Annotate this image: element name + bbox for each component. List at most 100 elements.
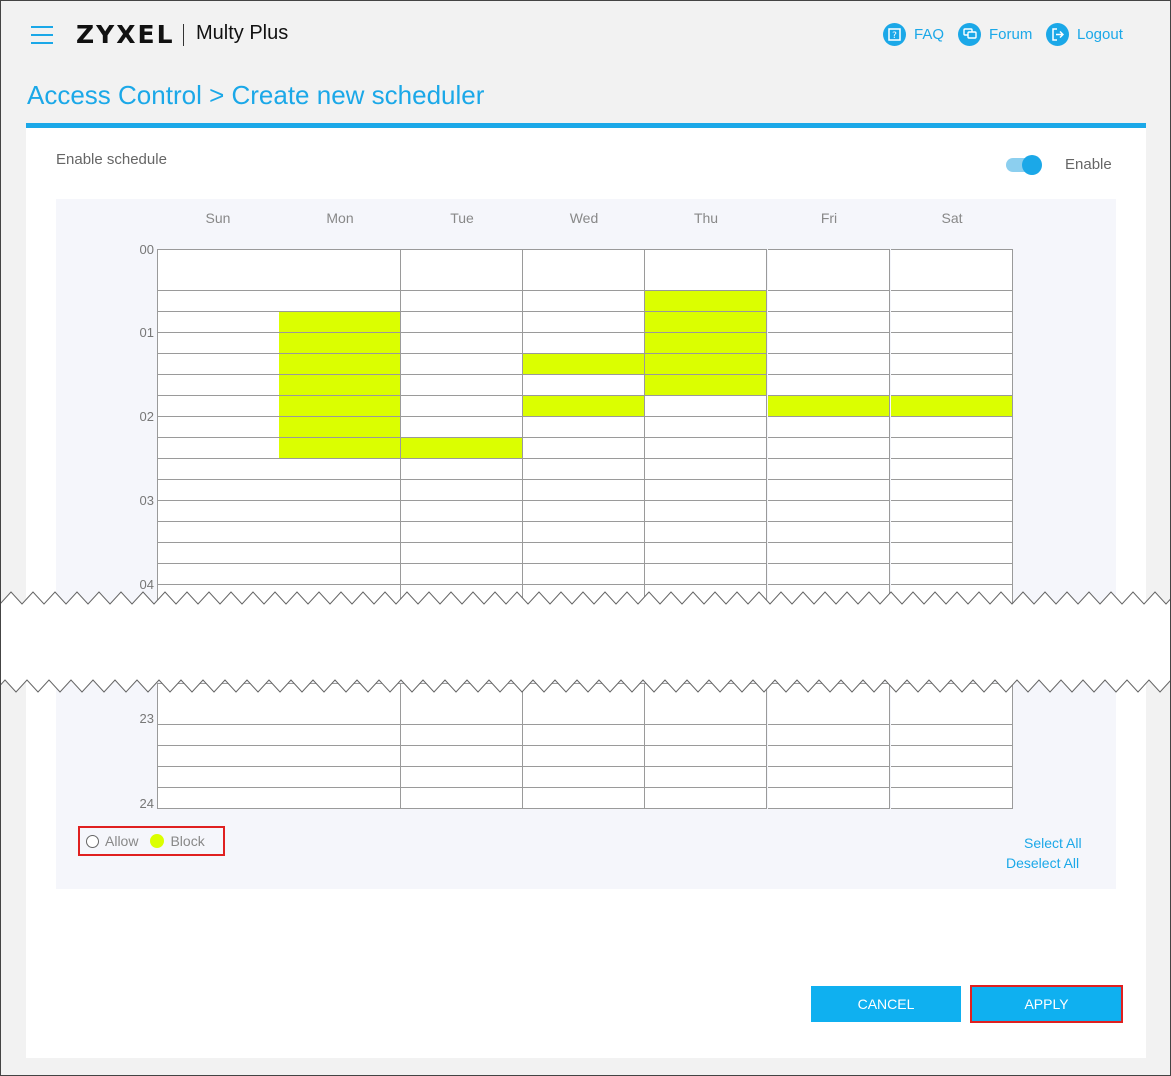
schedule-cell[interactable] <box>768 417 890 438</box>
schedule-cell[interactable] <box>645 417 767 438</box>
schedule-cell[interactable] <box>768 312 890 333</box>
schedule-cell[interactable] <box>157 480 280 501</box>
schedule-cell[interactable] <box>279 725 401 746</box>
schedule-cell[interactable] <box>645 459 767 480</box>
schedule-cell[interactable] <box>279 417 401 438</box>
schedule-cell[interactable] <box>157 270 280 291</box>
schedule-cell[interactable] <box>891 438 1013 459</box>
schedule-cell[interactable] <box>523 564 645 585</box>
schedule-cell[interactable] <box>523 480 645 501</box>
schedule-cell[interactable] <box>279 767 401 788</box>
schedule-cell[interactable] <box>401 270 523 291</box>
allow-radio[interactable] <box>86 834 99 848</box>
schedule-cell[interactable] <box>401 333 523 354</box>
schedule-cell[interactable] <box>891 788 1013 809</box>
schedule-cell[interactable] <box>279 438 401 459</box>
schedule-cell[interactable] <box>891 746 1013 767</box>
schedule-cell[interactable] <box>157 767 280 788</box>
schedule-cell[interactable] <box>645 249 767 271</box>
schedule-cell[interactable] <box>279 354 401 375</box>
schedule-cell[interactable] <box>523 501 645 522</box>
schedule-cell[interactable] <box>891 249 1013 271</box>
schedule-cell[interactable] <box>157 704 280 725</box>
schedule-cell[interactable] <box>891 501 1013 522</box>
schedule-cell[interactable] <box>279 396 401 417</box>
schedule-cell[interactable] <box>523 249 645 271</box>
schedule-cell[interactable] <box>401 725 523 746</box>
schedule-cell[interactable] <box>523 333 645 354</box>
schedule-cell[interactable] <box>645 767 767 788</box>
schedule-cell[interactable] <box>768 480 890 501</box>
forum-link[interactable]: Forum <box>958 22 1032 46</box>
schedule-cell[interactable] <box>523 270 645 291</box>
schedule-cell[interactable] <box>279 564 401 585</box>
schedule-cell[interactable] <box>523 704 645 725</box>
schedule-cell[interactable] <box>401 375 523 396</box>
schedule-cell[interactable] <box>401 438 523 459</box>
schedule-cell[interactable] <box>645 354 767 375</box>
schedule-cell[interactable] <box>279 291 401 312</box>
schedule-cell[interactable] <box>523 438 645 459</box>
schedule-cell[interactable] <box>891 417 1013 438</box>
schedule-cell[interactable] <box>279 375 401 396</box>
schedule-cell[interactable] <box>157 417 280 438</box>
schedule-cell[interactable] <box>523 396 645 417</box>
schedule-cell[interactable] <box>157 249 280 271</box>
schedule-cell[interactable] <box>157 333 280 354</box>
schedule-cell[interactable] <box>279 522 401 543</box>
schedule-cell[interactable] <box>891 375 1013 396</box>
schedule-cell[interactable] <box>891 564 1013 585</box>
deselect-all-link[interactable]: Deselect All <box>1006 855 1079 871</box>
schedule-cell[interactable] <box>401 767 523 788</box>
schedule-cell[interactable] <box>645 438 767 459</box>
schedule-cell[interactable] <box>645 375 767 396</box>
schedule-cell[interactable] <box>891 333 1013 354</box>
schedule-cell[interactable] <box>768 354 890 375</box>
schedule-cell[interactable] <box>157 375 280 396</box>
schedule-cell[interactable] <box>401 564 523 585</box>
schedule-cell[interactable] <box>401 249 523 271</box>
schedule-cell[interactable] <box>157 725 280 746</box>
schedule-cell[interactable] <box>279 333 401 354</box>
schedule-cell[interactable] <box>523 312 645 333</box>
block-radio[interactable] <box>150 834 165 848</box>
schedule-cell[interactable] <box>157 396 280 417</box>
schedule-cell[interactable] <box>891 354 1013 375</box>
schedule-cell[interactable] <box>279 249 401 271</box>
schedule-cell[interactable] <box>157 459 280 480</box>
schedule-cell[interactable] <box>157 501 280 522</box>
schedule-cell[interactable] <box>523 417 645 438</box>
schedule-cell[interactable] <box>768 788 890 809</box>
schedule-cell[interactable] <box>279 746 401 767</box>
schedule-cell[interactable] <box>645 746 767 767</box>
schedule-cell[interactable] <box>891 291 1013 312</box>
schedule-cell[interactable] <box>891 543 1013 564</box>
schedule-cell[interactable] <box>157 291 280 312</box>
logout-link[interactable]: Logout <box>1046 22 1123 46</box>
schedule-cell[interactable] <box>645 725 767 746</box>
schedule-cell[interactable] <box>401 354 523 375</box>
schedule-cell[interactable] <box>645 480 767 501</box>
cancel-button[interactable]: CANCEL <box>811 986 961 1022</box>
schedule-cell[interactable] <box>768 767 890 788</box>
schedule-cell[interactable] <box>401 522 523 543</box>
schedule-cell[interactable] <box>768 746 890 767</box>
apply-button[interactable]: APPLY <box>970 985 1123 1023</box>
schedule-cell[interactable] <box>891 522 1013 543</box>
schedule-cell[interactable] <box>157 312 280 333</box>
select-all-link[interactable]: Select All <box>1024 835 1082 851</box>
schedule-cell[interactable] <box>768 522 890 543</box>
schedule-cell[interactable] <box>768 270 890 291</box>
schedule-cell[interactable] <box>768 291 890 312</box>
schedule-cell[interactable] <box>768 249 890 271</box>
schedule-cell[interactable] <box>279 270 401 291</box>
schedule-cell[interactable] <box>891 480 1013 501</box>
schedule-cell[interactable] <box>768 564 890 585</box>
schedule-cell[interactable] <box>768 438 890 459</box>
schedule-cell[interactable] <box>645 291 767 312</box>
schedule-cell[interactable] <box>768 501 890 522</box>
schedule-cell[interactable] <box>401 396 523 417</box>
schedule-cell[interactable] <box>891 725 1013 746</box>
schedule-cell[interactable] <box>523 725 645 746</box>
schedule-cell[interactable] <box>645 522 767 543</box>
